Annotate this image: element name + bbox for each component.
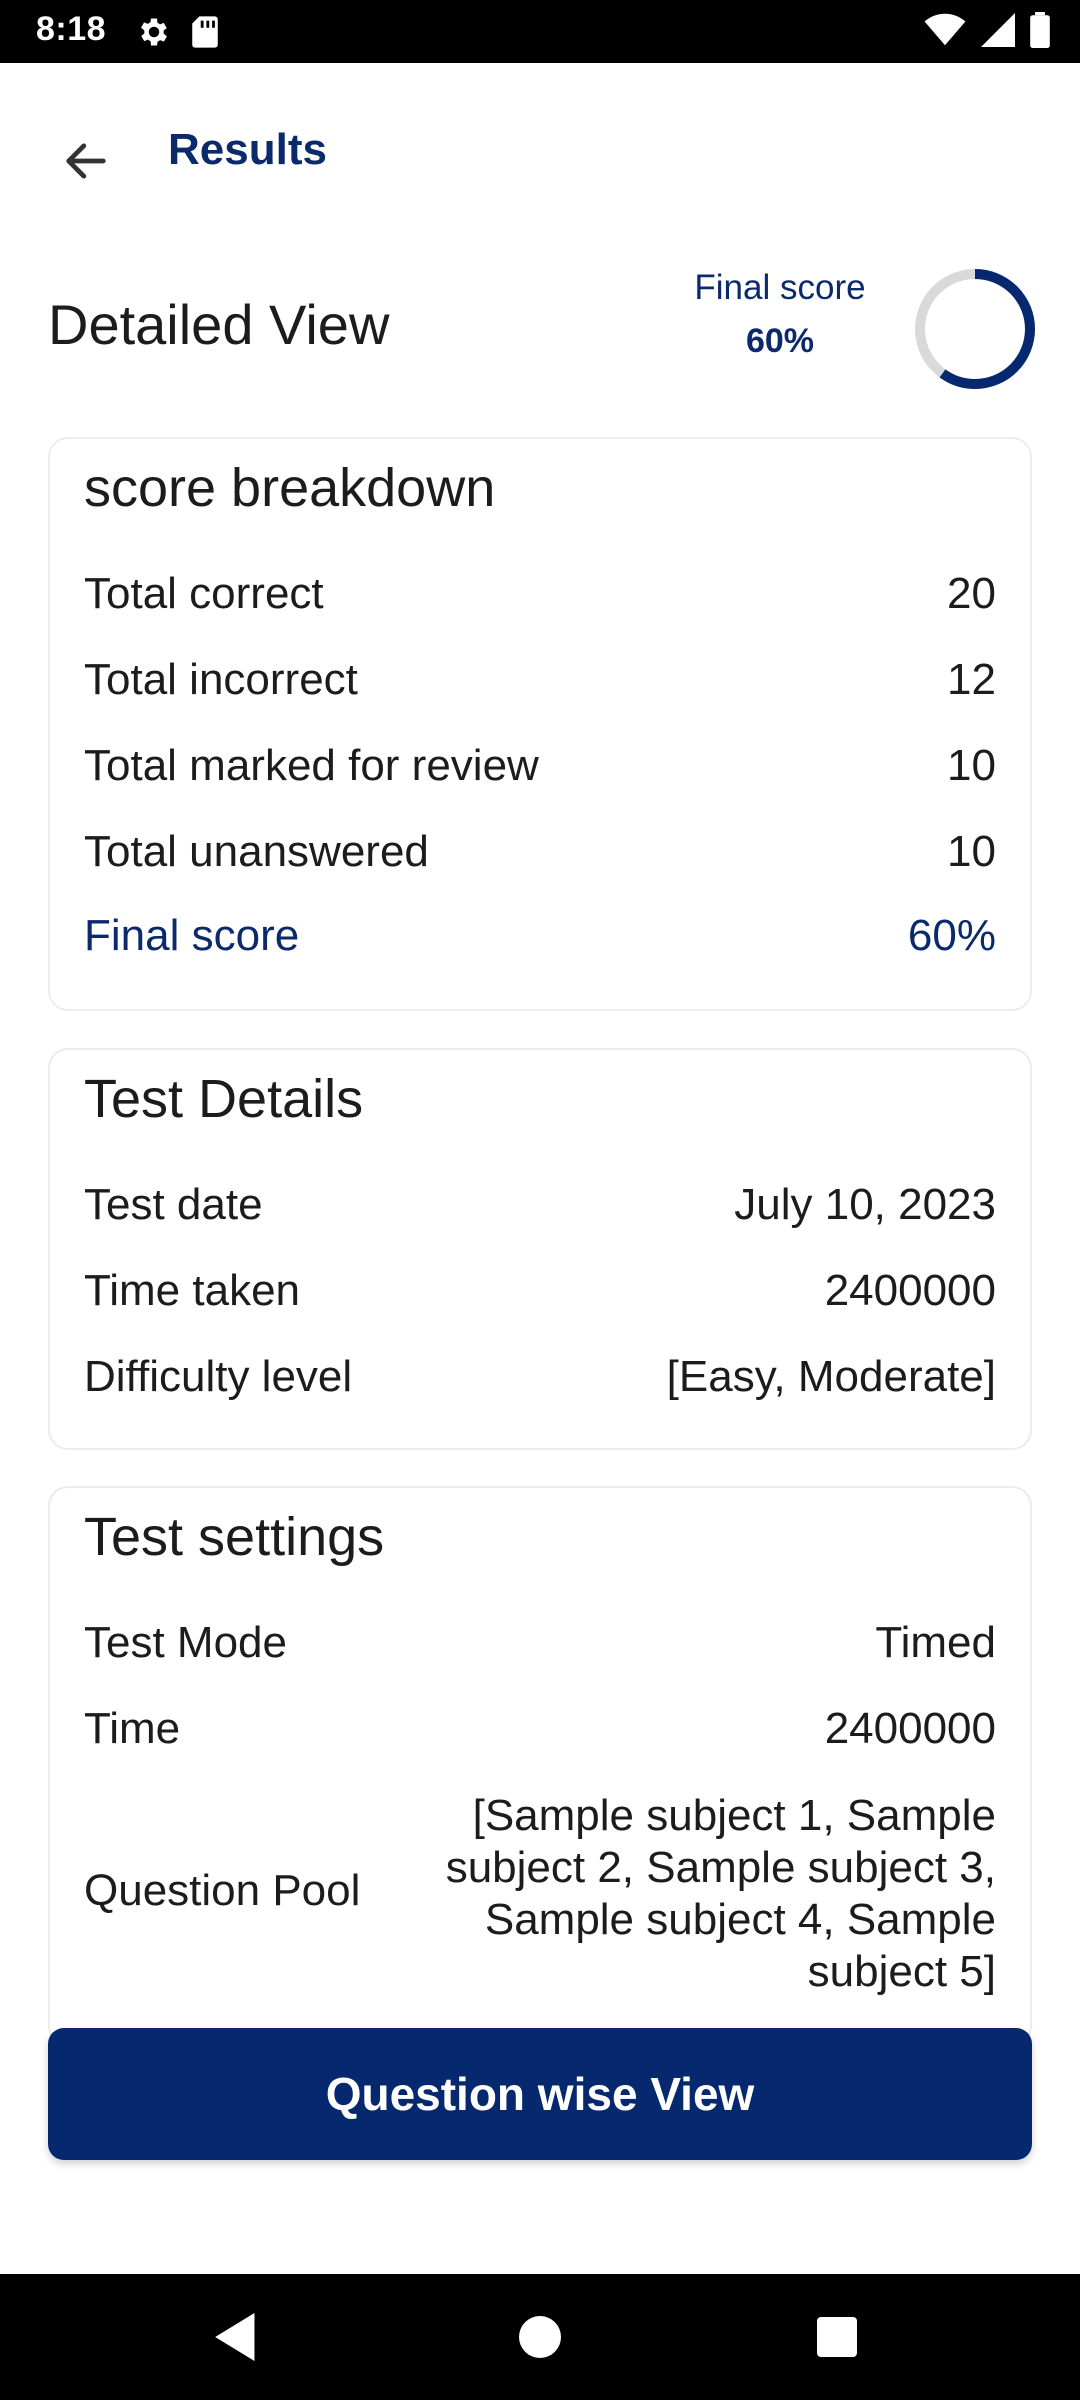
nav-back-button[interactable] bbox=[202, 2304, 272, 2374]
nav-home-button[interactable] bbox=[505, 2304, 575, 2374]
back-arrow-icon bbox=[60, 135, 112, 192]
breakdown-row-incorrect: Total incorrect 12 bbox=[84, 655, 996, 705]
row-label: Difficulty level bbox=[84, 1352, 353, 1401]
nav-recents-button[interactable] bbox=[802, 2304, 872, 2374]
row-label: Total correct bbox=[84, 569, 324, 618]
details-row-time-taken: Time taken 2400000 bbox=[84, 1266, 996, 1316]
row-value: 20 bbox=[947, 569, 996, 618]
status-time: 8:18 bbox=[36, 10, 107, 48]
system-nav-bar bbox=[0, 2274, 1080, 2400]
settings-row-mode: Test Mode Timed bbox=[84, 1618, 996, 1668]
row-value: 60% bbox=[907, 911, 996, 960]
status-bar: 8:18 bbox=[0, 0, 1080, 63]
question-wise-view-button[interactable]: Question wise View bbox=[48, 2028, 1032, 2160]
test-settings-card: Test settings Test Mode Timed Time 24000… bbox=[48, 1486, 1032, 2046]
row-label: Total marked for review bbox=[84, 741, 539, 790]
nav-back-icon bbox=[215, 2312, 259, 2366]
battery-icon bbox=[1030, 12, 1050, 53]
final-score-label: Final score bbox=[694, 268, 866, 307]
sd-card-icon bbox=[190, 15, 220, 54]
row-value: 2400000 bbox=[824, 1266, 996, 1315]
details-row-difficulty: Difficulty level [Easy, Moderate] bbox=[84, 1352, 996, 1402]
row-value: 2400000 bbox=[824, 1704, 996, 1753]
row-value: July 10, 2023 bbox=[734, 1180, 996, 1229]
test-details-card: Test Details Test date July 10, 2023 Tim… bbox=[48, 1048, 1032, 1450]
row-label: Total unanswered bbox=[84, 827, 429, 876]
breakdown-row-final-score: Final score 60% bbox=[84, 911, 996, 961]
row-label: Final score bbox=[84, 911, 300, 960]
page-title: Results bbox=[168, 125, 327, 174]
row-label: Question Pool bbox=[84, 1866, 361, 1915]
signal-icon bbox=[980, 13, 1016, 52]
score-breakdown-title: score breakdown bbox=[84, 458, 496, 518]
breakdown-row-review: Total marked for review 10 bbox=[84, 741, 996, 791]
test-details-title: Test Details bbox=[84, 1069, 364, 1129]
final-score-summary: Final score 60% bbox=[680, 268, 880, 361]
details-row-date: Test date July 10, 2023 bbox=[84, 1180, 996, 1230]
row-label: Time bbox=[84, 1704, 181, 1753]
final-score-value: 60% bbox=[745, 322, 815, 360]
score-progress-ring bbox=[915, 269, 1035, 389]
nav-recents-icon bbox=[817, 2316, 857, 2362]
row-value: [Easy, Moderate] bbox=[666, 1352, 996, 1401]
settings-row-time: Time 2400000 bbox=[84, 1704, 996, 1754]
row-label: Test date bbox=[84, 1180, 263, 1229]
settings-icon bbox=[136, 14, 172, 55]
breakdown-row-correct: Total correct 20 bbox=[84, 569, 996, 619]
detailed-view-title: Detailed View bbox=[48, 293, 390, 356]
test-settings-title: Test settings bbox=[84, 1507, 385, 1567]
score-breakdown-card: score breakdown Total correct 20 Total i… bbox=[48, 437, 1032, 1011]
question-pool-value: [Sample subject 1, Sample subject 2, Sam… bbox=[445, 1791, 996, 1996]
row-label: Time taken bbox=[84, 1266, 301, 1315]
app-bar: Results bbox=[0, 63, 1080, 243]
wifi-icon bbox=[924, 13, 966, 52]
back-button[interactable] bbox=[46, 123, 126, 203]
row-value: 10 bbox=[947, 827, 996, 876]
row-value: 10 bbox=[947, 741, 996, 790]
breakdown-row-unanswered: Total unanswered 10 bbox=[84, 827, 996, 877]
row-value: 12 bbox=[947, 655, 996, 704]
row-label: Total incorrect bbox=[84, 655, 358, 704]
nav-home-icon bbox=[519, 2315, 561, 2363]
row-label: Test Mode bbox=[84, 1618, 287, 1667]
row-value: Timed bbox=[875, 1618, 996, 1667]
